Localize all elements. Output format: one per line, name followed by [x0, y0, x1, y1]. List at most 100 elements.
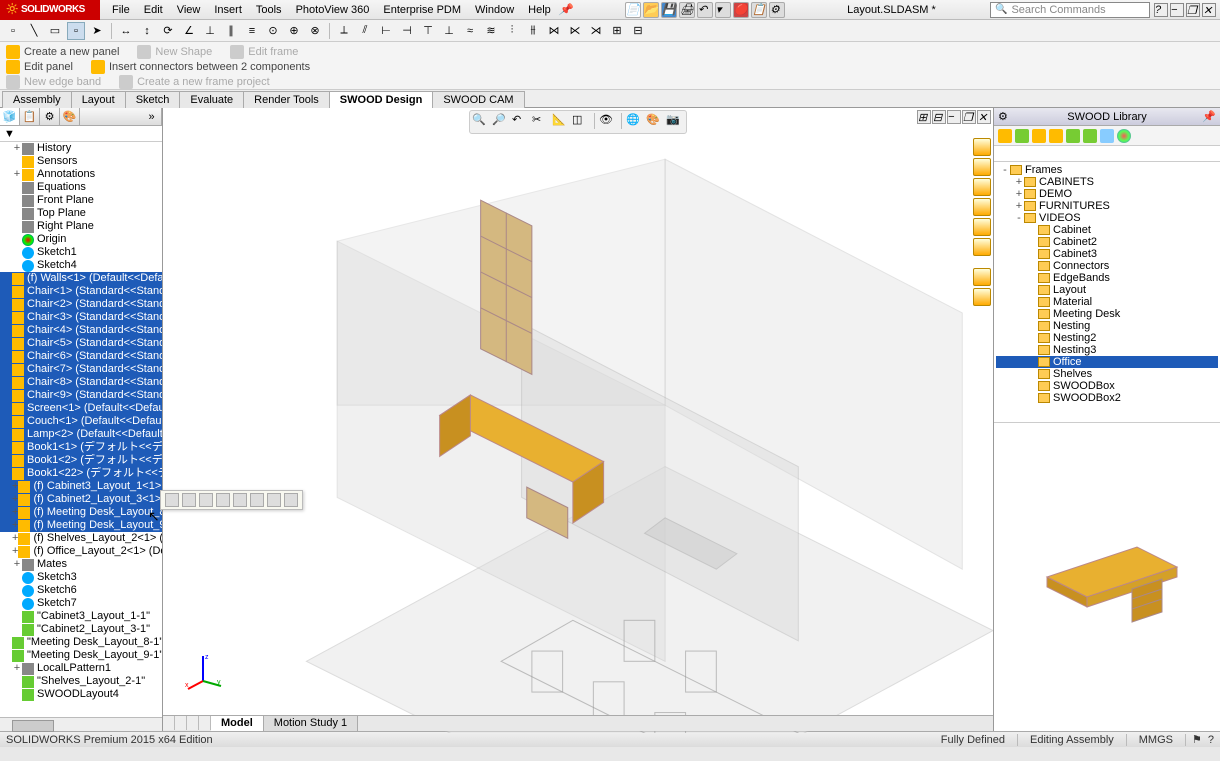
tree-item[interactable]: Sketch7 [0, 597, 162, 610]
library-item[interactable]: +FURNITURES [996, 200, 1218, 212]
tree-item[interactable]: +(f) Meeting Desk_Layout_8<1> ( [0, 506, 162, 519]
menu-tools[interactable]: Tools [250, 2, 288, 18]
tree-item[interactable]: Chair<6> (Standard<<Standard [0, 350, 162, 363]
menu-edit[interactable]: Edit [138, 2, 169, 18]
lib-tb8-icon[interactable] [1117, 129, 1131, 143]
lib-tb5-icon[interactable] [1066, 129, 1080, 143]
tb-rect-icon[interactable]: ▭ [46, 22, 64, 40]
tb-dim1-icon[interactable]: ↔ [117, 22, 135, 40]
tb-rel15-icon[interactable]: ⊟ [629, 22, 647, 40]
select-icon[interactable]: ▾ [715, 2, 731, 18]
tree-item[interactable]: Chair<2> (Standard<<Standard [0, 298, 162, 311]
ctx-btn8-icon[interactable] [284, 493, 298, 507]
tree-item[interactable]: Chair<5> (Standard<<Standard [0, 337, 162, 350]
library-filter[interactable] [994, 146, 1220, 162]
tb-rel13-icon[interactable]: ⋊ [587, 22, 605, 40]
tab-evaluate[interactable]: Evaluate [179, 91, 244, 108]
tb-rel7-icon[interactable]: ≈ [461, 22, 479, 40]
library-item[interactable]: SWOODBox2 [996, 392, 1218, 404]
tb-rel11-icon[interactable]: ⋈ [545, 22, 563, 40]
tree-item[interactable]: Screen<1> (Default<<Default> [0, 402, 162, 415]
graphics-viewport[interactable]: ⊞ ⊟ − ❐ ✕ 🔍 🔎 ↶ ✂ 📐 ◫ 👁 🌐 🎨 📷 [163, 108, 994, 731]
tree-item[interactable]: Couch<1> (Default<<Default> [0, 415, 162, 428]
tab-swood-design[interactable]: SWOOD Design [329, 91, 434, 108]
library-item[interactable]: Material [996, 296, 1218, 308]
tb-dim6-icon[interactable]: ∥ [222, 22, 240, 40]
tree-item[interactable]: +(f) Office_Layout_2<1> (Default- [0, 545, 162, 558]
tab-render-tools[interactable]: Render Tools [243, 91, 330, 108]
fm-tab-collapse-icon[interactable]: » [142, 108, 162, 125]
tree-item[interactable]: Front Plane [0, 194, 162, 207]
feature-tree[interactable]: +HistorySensors+AnnotationsEquationsFron… [0, 142, 162, 717]
tree-item[interactable]: "Meeting Desk_Layout_9-1" [0, 649, 162, 662]
library-item[interactable]: Nesting2 [996, 332, 1218, 344]
tree-item[interactable]: Sketch3 [0, 571, 162, 584]
rebuild-icon[interactable]: 🔴 [733, 2, 749, 18]
library-item[interactable]: Cabinet2 [996, 236, 1218, 248]
tree-item[interactable]: Chair<9> (Standard<<Standard [0, 389, 162, 402]
tb-rel10-icon[interactable]: ⫵ [524, 22, 542, 40]
tree-item[interactable]: +History [0, 142, 162, 155]
library-item[interactable]: Layout [996, 284, 1218, 296]
tab-assembly[interactable]: Assembly [2, 91, 72, 108]
library-item[interactable]: -VIDEOS [996, 212, 1218, 224]
library-item[interactable]: +CABINETS [996, 176, 1218, 188]
tb-rel2-icon[interactable]: ⫽ [356, 22, 374, 40]
open-icon[interactable]: 📂 [643, 2, 659, 18]
fm-tab-display-icon[interactable]: 🎨 [60, 108, 80, 125]
library-pin-icon[interactable]: 📌 [1202, 110, 1216, 123]
fm-tab-tree-icon[interactable]: 🧊 [0, 108, 20, 125]
menu-insert[interactable]: Insert [208, 2, 248, 18]
tree-item[interactable]: Origin [0, 233, 162, 246]
tree-item[interactable]: "Shelves_Layout_2-1" [0, 675, 162, 688]
undo-icon[interactable]: ↶ [697, 2, 713, 18]
tree-item[interactable]: Book1<2> (デフォルト<<デフォルト> [0, 454, 162, 467]
settings-icon[interactable]: ⚙ [769, 2, 785, 18]
lib-tb7-icon[interactable] [1100, 129, 1114, 143]
ctx-btn1-icon[interactable] [165, 493, 179, 507]
menu-window[interactable]: Window [469, 2, 520, 18]
save-icon[interactable]: 💾 [661, 2, 677, 18]
tree-item[interactable]: Chair<8> (Standard<<Standard [0, 376, 162, 389]
tab-layout[interactable]: Layout [71, 91, 126, 108]
tree-item[interactable]: Sketch1 [0, 246, 162, 259]
horizontal-scrollbar[interactable] [0, 717, 162, 731]
bottom-tab-motion-study-1[interactable]: Motion Study 1 [264, 716, 358, 731]
tree-item[interactable]: +LocalLPattern1 [0, 662, 162, 675]
ctx-btn7-icon[interactable] [267, 493, 281, 507]
lib-tb2-icon[interactable] [1015, 129, 1029, 143]
library-item[interactable]: -Frames [996, 164, 1218, 176]
menu-pin-icon[interactable]: 📌 [557, 1, 575, 19]
menu-enterprise-pdm[interactable]: Enterprise PDM [377, 2, 467, 18]
tree-item[interactable]: Sensors [0, 155, 162, 168]
tb-dim2-icon[interactable]: ↕ [138, 22, 156, 40]
tree-item[interactable]: Right Plane [0, 220, 162, 233]
tb-dim10-icon[interactable]: ⊗ [306, 22, 324, 40]
new-icon[interactable]: 📄 [625, 2, 641, 18]
tree-item[interactable]: "Meeting Desk_Layout_8-1" [0, 636, 162, 649]
tb-dim9-icon[interactable]: ⊕ [285, 22, 303, 40]
library-item[interactable]: Office [996, 356, 1218, 368]
minimize-icon[interactable]: − [1170, 3, 1184, 17]
cmd-create-a-new-panel[interactable]: Create a new panel [6, 45, 119, 59]
library-item[interactable]: Cabinet3 [996, 248, 1218, 260]
library-item[interactable]: SWOODBox [996, 380, 1218, 392]
tb-rel5-icon[interactable]: ⊤ [419, 22, 437, 40]
ctx-btn2-icon[interactable] [182, 493, 196, 507]
tree-item[interactable]: +Annotations [0, 168, 162, 181]
lib-tb3-icon[interactable] [1032, 129, 1046, 143]
tb-dim5-icon[interactable]: ⊥ [201, 22, 219, 40]
status-units[interactable]: MMGS [1127, 734, 1186, 746]
menu-help[interactable]: Help [522, 2, 557, 18]
library-item[interactable]: EdgeBands [996, 272, 1218, 284]
tb-highlight-icon[interactable]: ▫ [67, 22, 85, 40]
cmd-insert-connectors-between-2-components[interactable]: Insert connectors between 2 components [91, 60, 310, 74]
search-commands-input[interactable]: Search Commands [990, 2, 1150, 18]
tree-item[interactable]: Sketch4 [0, 259, 162, 272]
lib-tb1-icon[interactable] [998, 129, 1012, 143]
library-item[interactable]: Meeting Desk [996, 308, 1218, 320]
tb-rel1-icon[interactable]: ⟂ [335, 22, 353, 40]
tree-item[interactable]: Chair<4> (Standard<<Standard [0, 324, 162, 337]
tb-rel9-icon[interactable]: ⫶ [503, 22, 521, 40]
tree-item[interactable]: +(f) Cabinet2_Layout_3<1> (Def [0, 493, 162, 506]
